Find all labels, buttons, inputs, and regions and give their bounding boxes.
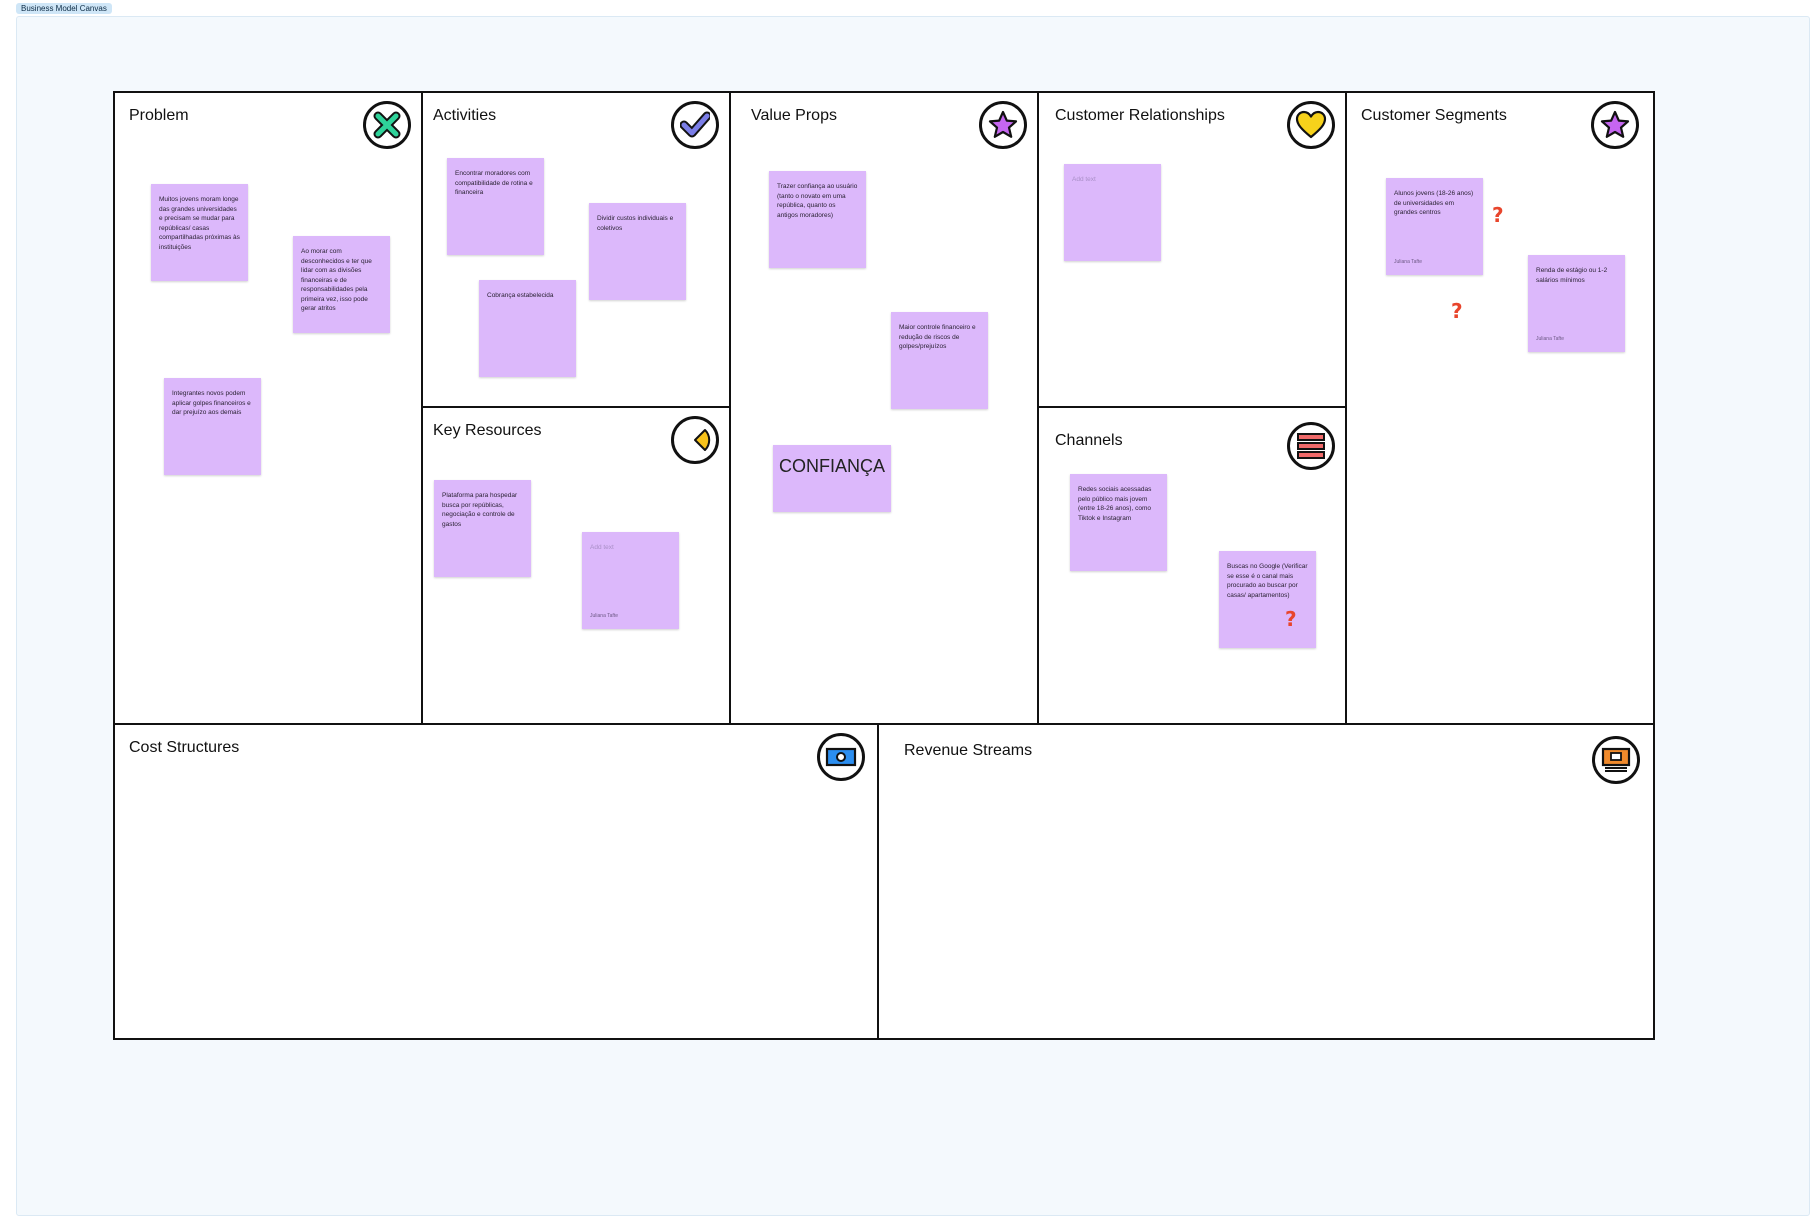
sticky-note[interactable]: Ao morar com desconhecidos e ter que lid… bbox=[293, 236, 390, 333]
section-revenue-streams: Revenue Streams bbox=[877, 723, 1655, 1040]
note-text: Integrantes novos podem aplicar golpes f… bbox=[172, 390, 251, 416]
sticky-note[interactable]: Maior controle financeiro e redução de r… bbox=[891, 312, 988, 409]
question-mark: ? bbox=[1451, 299, 1463, 323]
section-title: Activities bbox=[433, 107, 497, 124]
sticky-note[interactable]: Buscas no Google (Verificar se esse é o … bbox=[1219, 551, 1316, 648]
note-text: Redes sociais acessadas pelo público mai… bbox=[1078, 486, 1152, 522]
note-author: Juliana Tafte bbox=[590, 612, 618, 619]
section-key-resources: Key Resources Plataforma para hospedar b… bbox=[421, 406, 731, 725]
note-author: Juliana Tafte bbox=[1394, 258, 1422, 265]
sticky-note[interactable]: CONFIANÇA bbox=[773, 445, 891, 512]
note-text: Encontrar moradores com compatibilidade … bbox=[455, 170, 533, 196]
section-title: Cost Structures bbox=[129, 739, 240, 756]
note-text: Ao morar com desconhecidos e ter que lid… bbox=[301, 248, 372, 312]
sticky-note[interactable]: Encontrar moradores com compatibilidade … bbox=[447, 158, 544, 255]
sticky-note[interactable]: Alunos jovens (18-26 anos) de universida… bbox=[1386, 178, 1483, 275]
section-title: Revenue Streams bbox=[904, 742, 1033, 759]
sticky-note[interactable]: Trazer confiança ao usuário (tanto o nov… bbox=[769, 171, 866, 268]
note-text: Muitos jovens moram longe das grandes un… bbox=[159, 196, 240, 251]
section-customer-segments: Customer Segments Alunos jovens (18-26 a… bbox=[1345, 91, 1655, 725]
section-value-props: Value Props Trazer confiança ao usuário … bbox=[729, 91, 1039, 725]
note-text: Plataforma para hospedar busca por repúb… bbox=[442, 492, 518, 528]
star-icon bbox=[1591, 101, 1639, 149]
question-mark: ? bbox=[1285, 607, 1297, 631]
pie-chart-icon bbox=[671, 416, 719, 464]
money-screen-icon bbox=[1592, 736, 1640, 784]
section-title: Problem bbox=[129, 107, 189, 124]
sticky-note[interactable]: Cobrança estabelecida bbox=[479, 280, 576, 377]
note-author: Juliana Tafte bbox=[1536, 335, 1564, 342]
note-text: Maior controle financeiro e redução de r… bbox=[899, 324, 976, 350]
note-placeholder: Add text bbox=[1072, 176, 1096, 183]
banknote-icon bbox=[817, 733, 865, 781]
frame-label[interactable]: Business Model Canvas bbox=[16, 3, 112, 14]
note-text: Cobrança estabelecida bbox=[487, 292, 554, 299]
sticky-note[interactable]: Integrantes novos podem aplicar golpes f… bbox=[164, 378, 261, 475]
sticky-note[interactable]: Redes sociais acessadas pelo público mai… bbox=[1070, 474, 1167, 571]
section-title: Key Resources bbox=[433, 422, 542, 439]
sticky-note[interactable]: Plataforma para hospedar busca por repúb… bbox=[434, 480, 531, 577]
note-text: Dividir custos individuais e coletivos bbox=[597, 215, 674, 232]
sticky-note[interactable]: Dividir custos individuais e coletivos bbox=[589, 203, 686, 300]
section-title: Channels bbox=[1055, 432, 1123, 449]
section-problem: Problem Muitos jovens moram longe das gr… bbox=[113, 91, 423, 725]
section-title: Customer Segments bbox=[1361, 107, 1507, 124]
section-cost-structures: Cost Structures bbox=[113, 723, 879, 1040]
checkmark-icon bbox=[671, 101, 719, 149]
sticky-note[interactable]: Add text bbox=[1064, 164, 1161, 261]
sticky-note[interactable]: Renda de estágio ou 1-2 salários mínimos… bbox=[1528, 255, 1625, 352]
section-title: Value Props bbox=[751, 107, 837, 124]
note-text: CONFIANÇA bbox=[779, 456, 886, 476]
note-text: Renda de estágio ou 1-2 salários mínimos bbox=[1536, 267, 1608, 284]
sticky-note[interactable]: Muitos jovens moram longe das grandes un… bbox=[151, 184, 248, 281]
heart-icon bbox=[1287, 101, 1335, 149]
note-text: Trazer confiança ao usuário (tanto o nov… bbox=[777, 183, 858, 219]
section-activities: Activities Encontrar moradores com compa… bbox=[421, 91, 731, 408]
star-icon bbox=[979, 101, 1027, 149]
question-mark: ? bbox=[1492, 203, 1504, 227]
section-title: Customer Relationships bbox=[1055, 107, 1225, 124]
section-customer-relationships: Customer Relationships Add text bbox=[1037, 91, 1347, 408]
x-mark-icon bbox=[363, 101, 411, 149]
note-placeholder: Add text bbox=[590, 544, 614, 551]
sticky-note[interactable]: Add text Juliana Tafte bbox=[582, 532, 679, 629]
note-text: Buscas no Google (Verificar se esse é o … bbox=[1227, 563, 1308, 599]
stacked-bars-icon bbox=[1287, 422, 1335, 470]
section-channels: Channels Redes sociais acessadas pelo pú… bbox=[1037, 406, 1347, 725]
note-text: Alunos jovens (18-26 anos) de universida… bbox=[1394, 190, 1474, 216]
